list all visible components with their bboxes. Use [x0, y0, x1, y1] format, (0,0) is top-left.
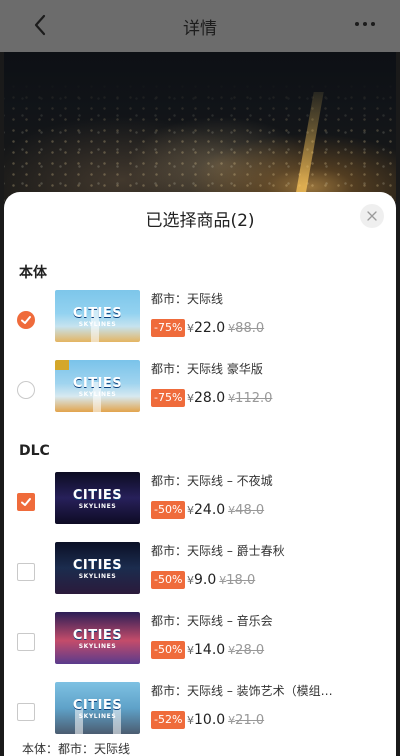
thumb-logo-sub: SKYLINES	[78, 713, 117, 720]
item-radio[interactable]	[17, 311, 35, 329]
item-name: 都市：天际线 – 装饰艺术（模组…	[151, 684, 333, 698]
original-price: ¥18.0	[219, 573, 255, 588]
item-checkbox[interactable]	[17, 633, 35, 651]
item-price: ¥22.0 ¥88.0	[187, 319, 264, 338]
list-item[interactable]: CITIES SKYLINES 都市：天际线 – 音乐会 -50% ¥14.0 ¥…	[4, 612, 396, 682]
discount-badge: -50%	[151, 571, 186, 589]
currency-symbol: ¥	[187, 574, 194, 587]
item-checkbox[interactable]	[17, 563, 35, 581]
list-item[interactable]: CITIES SKYLINES 都市：天际线 豪华版 -75% ¥28.0 ¥11…	[4, 360, 396, 430]
thumb-logo: CITIES	[72, 698, 123, 713]
game-banner-image	[4, 52, 396, 202]
original-price-value: 21.0	[235, 713, 265, 728]
list-item[interactable]: CITIES SKYLINES 都市：天际线 – 不夜城 -50% ¥24.0 ¥…	[4, 472, 396, 542]
original-price: ¥48.0	[228, 503, 264, 518]
page-title: 详情	[183, 18, 217, 39]
thumb-logo: CITIES	[72, 488, 123, 503]
item-price: ¥24.0 ¥48.0	[187, 501, 264, 520]
thumb-logo: CITIES	[72, 376, 123, 391]
original-price-value: 48.0	[235, 503, 265, 518]
price-value: 24.0	[194, 502, 226, 518]
item-thumbnail: CITIES SKYLINES	[55, 360, 140, 412]
price-value: 28.0	[194, 390, 226, 406]
currency-symbol: ¥	[187, 714, 194, 727]
section-label-base: 本体	[19, 265, 47, 281]
item-price: ¥28.0 ¥112.0	[187, 389, 272, 408]
discount-badge: -75%	[151, 389, 186, 407]
item-name: 都市：天际线 – 不夜城	[151, 474, 273, 488]
currency-symbol: ¥	[187, 322, 194, 335]
original-price-value: 88.0	[235, 321, 265, 336]
price-value: 10.0	[194, 712, 226, 728]
more-dot	[363, 22, 367, 26]
check-icon	[21, 316, 31, 324]
original-price: ¥21.0	[228, 713, 264, 728]
thumb-logo: CITIES	[72, 628, 123, 643]
item-radio[interactable]	[17, 381, 35, 399]
thumb-logo-sub: SKYLINES	[78, 643, 117, 650]
original-price-value: 112.0	[235, 391, 273, 406]
item-thumbnail: CITIES SKYLINES	[55, 612, 140, 664]
more-button[interactable]	[352, 14, 378, 34]
original-price: ¥112.0	[228, 391, 272, 406]
thumb-logo: CITIES	[72, 306, 123, 321]
thumb-logo: CITIES	[72, 558, 123, 573]
item-thumbnail: CITIES SKYLINES	[55, 542, 140, 594]
discount-badge: -75%	[151, 319, 186, 337]
discount-badge: -50%	[151, 501, 186, 519]
item-thumbnail: CITIES SKYLINES	[55, 290, 140, 342]
more-dot	[371, 22, 375, 26]
item-name: 都市：天际线 – 爵士春秋	[151, 544, 285, 558]
original-price: ¥88.0	[228, 321, 264, 336]
banner-city-lights	[4, 52, 396, 202]
currency-symbol: ¥	[187, 644, 194, 657]
thumb-edition-tag	[55, 360, 69, 370]
thumb-logo-sub: SKYLINES	[78, 321, 117, 328]
thumb-logo-sub: SKYLINES	[78, 503, 117, 510]
price-value: 9.0	[194, 572, 217, 588]
price-value: 14.0	[194, 642, 226, 658]
item-checkbox[interactable]	[17, 703, 35, 721]
close-button[interactable]	[360, 204, 384, 228]
back-button[interactable]	[28, 12, 54, 38]
footer-summary: 本体：都市：天际线	[22, 742, 131, 756]
item-name: 都市：天际线	[151, 292, 224, 306]
section-label-dlc: DLC	[19, 443, 50, 459]
selected-items-sheet: 已选择商品(2) 本体 CITIES SKYLINES 都市：天际线 -75% …	[4, 192, 396, 756]
list-item[interactable]: CITIES SKYLINES 都市：天际线 – 爵士春秋 -50% ¥9.0 ¥…	[4, 542, 396, 612]
item-name: 都市：天际线 豪华版	[151, 362, 263, 376]
currency-symbol: ¥	[187, 392, 194, 405]
currency-symbol: ¥	[187, 504, 194, 517]
thumb-logo-sub: SKYLINES	[78, 573, 117, 580]
item-name: 都市：天际线 – 音乐会	[151, 614, 273, 628]
item-price: ¥14.0 ¥28.0	[187, 641, 264, 660]
close-icon	[367, 211, 377, 221]
original-price-value: 18.0	[226, 573, 256, 588]
thumb-logo-sub: SKYLINES	[78, 391, 117, 398]
original-price-value: 28.0	[235, 643, 265, 658]
list-item[interactable]: CITIES SKYLINES 都市：天际线 -75% ¥22.0 ¥88.0	[4, 290, 396, 360]
check-icon	[21, 498, 31, 506]
item-price: ¥9.0 ¥18.0	[187, 571, 255, 590]
item-thumbnail: CITIES SKYLINES	[55, 682, 140, 734]
more-dots-icon	[355, 22, 359, 26]
chevron-left-icon	[34, 14, 46, 36]
item-thumbnail: CITIES SKYLINES	[55, 472, 140, 524]
item-checkbox[interactable]	[17, 493, 35, 511]
price-value: 22.0	[194, 320, 226, 336]
discount-badge: -50%	[151, 641, 186, 659]
original-price: ¥28.0	[228, 643, 264, 658]
discount-badge: -52%	[151, 711, 186, 729]
top-bar: 详情	[0, 0, 400, 52]
sheet-title: 已选择商品(2)	[145, 211, 255, 231]
item-price: ¥10.0 ¥21.0	[187, 711, 264, 730]
